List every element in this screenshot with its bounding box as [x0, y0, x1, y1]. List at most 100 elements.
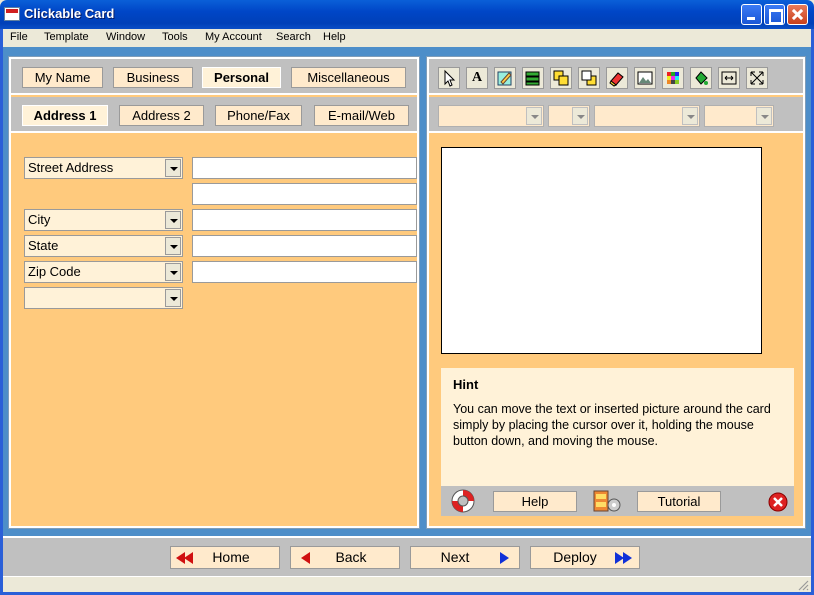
pointer-icon [444, 69, 456, 87]
layers-tool-button[interactable] [522, 67, 544, 89]
life-ring-icon[interactable] [449, 487, 477, 515]
navigation-bar: Home Back Next Deploy [3, 536, 811, 576]
chevron-down-icon[interactable] [756, 107, 772, 125]
street-address-line2-input[interactable] [192, 183, 417, 205]
fill-tool-button[interactable] [690, 67, 712, 89]
tab-email-web[interactable]: E-mail/Web [314, 105, 409, 126]
tab-my-name[interactable]: My Name [22, 67, 103, 88]
window-frame: File Template Window Tools My Account Se… [0, 29, 814, 595]
window-title: Clickable Card [24, 6, 115, 21]
font-color-select[interactable] [704, 105, 774, 127]
next-label: Next [440, 549, 470, 565]
menu-help[interactable]: Help [323, 31, 346, 43]
street-address-input[interactable] [192, 157, 417, 179]
right-panel: A Hint You can move the text or inserted… [426, 56, 806, 529]
field-type-select-zip[interactable]: Zip Code [24, 261, 183, 283]
tab-personal[interactable]: Personal [202, 67, 281, 88]
card-preview-canvas[interactable] [441, 147, 762, 354]
tab-miscellaneous[interactable]: Miscellaneous [291, 67, 406, 88]
chevron-down-icon[interactable] [165, 211, 181, 229]
right-panel-content: A Hint You can move the text or inserted… [429, 59, 803, 526]
minimize-button[interactable] [741, 4, 762, 25]
back-button[interactable]: Back [290, 546, 400, 569]
field-type-select-state[interactable]: State [24, 235, 183, 257]
chevron-down-icon[interactable] [165, 263, 181, 281]
chevron-down-icon[interactable] [165, 289, 181, 307]
resize-icon [750, 71, 764, 85]
bring-forward-button[interactable] [550, 67, 572, 89]
text-tool-button[interactable]: A [466, 67, 488, 89]
font-style-select[interactable] [594, 105, 700, 127]
chevron-down-icon[interactable] [526, 107, 542, 125]
minimize-icon [742, 5, 761, 24]
fit-tool-button[interactable] [718, 67, 740, 89]
layers-icon [525, 71, 540, 86]
resize-grip-icon[interactable] [797, 579, 809, 591]
left-panel-content: My Name Business Personal Miscellaneous … [11, 59, 417, 526]
tab-business[interactable]: Business [113, 67, 193, 88]
video-tutorial-icon[interactable] [592, 487, 622, 515]
hint-box: Hint You can move the text or inserted p… [441, 368, 794, 516]
picture-tool-button[interactable] [634, 67, 656, 89]
field-type-select-street[interactable]: Street Address [24, 157, 183, 179]
tutorial-button[interactable]: Tutorial [637, 491, 721, 512]
eraser-icon [609, 72, 624, 87]
left-panel: My Name Business Personal Miscellaneous … [8, 56, 420, 529]
field-type-select-city[interactable]: City [24, 209, 183, 231]
menu-tools[interactable]: Tools [162, 31, 188, 43]
field-type-label: City [28, 212, 51, 227]
menu-bar: File Template Window Tools My Account Se… [3, 29, 811, 47]
main-tab-bar: My Name Business Personal Miscellaneous [11, 59, 417, 95]
menu-my-account[interactable]: My Account [205, 31, 262, 43]
resize-tool-button[interactable] [746, 67, 768, 89]
city-input[interactable] [192, 209, 417, 231]
hint-bar: Help Tutorial [441, 486, 794, 516]
color-palette-button[interactable] [662, 67, 684, 89]
send-back-icon [581, 70, 597, 86]
close-hint-icon[interactable] [768, 492, 788, 512]
arrow-right-icon [623, 552, 632, 564]
tab-address-2[interactable]: Address 2 [119, 105, 204, 126]
menu-search[interactable]: Search [276, 31, 311, 43]
deploy-button[interactable]: Deploy [530, 546, 640, 569]
next-button[interactable]: Next [410, 546, 520, 569]
sub-tab-bar: Address 1 Address 2 Phone/Fax E-mail/Web [11, 97, 417, 133]
tab-address-1[interactable]: Address 1 [22, 105, 108, 126]
zip-code-input[interactable] [192, 261, 417, 283]
close-window-button[interactable] [787, 4, 808, 25]
chevron-down-icon[interactable] [165, 237, 181, 255]
font-family-select[interactable] [438, 105, 544, 127]
deploy-label: Deploy [553, 549, 597, 565]
chevron-down-icon[interactable] [682, 107, 698, 125]
tab-phone-fax[interactable]: Phone/Fax [215, 105, 302, 126]
text-icon: A [471, 70, 483, 85]
app-icon[interactable] [4, 7, 20, 21]
field-type-label: Zip Code [28, 264, 81, 279]
font-toolbar [429, 97, 803, 133]
back-label: Back [335, 549, 367, 565]
maximize-button[interactable] [764, 4, 785, 25]
hint-text: You can move the text or inserted pictur… [453, 402, 771, 448]
state-input[interactable] [192, 235, 417, 257]
eraser-tool-button[interactable] [606, 67, 628, 89]
field-type-select-empty[interactable] [24, 287, 183, 309]
menu-window[interactable]: Window [106, 31, 145, 43]
home-label: Home [212, 549, 250, 565]
pointer-tool-button[interactable] [438, 67, 460, 89]
status-bar [3, 576, 811, 592]
help-button[interactable]: Help [493, 491, 577, 512]
color-palette-icon [667, 72, 679, 84]
send-back-button[interactable] [578, 67, 600, 89]
arrow-right-icon [500, 552, 509, 564]
home-button[interactable]: Home [170, 546, 280, 569]
chevron-down-icon[interactable] [165, 159, 181, 177]
menu-template[interactable]: Template [44, 31, 89, 43]
hint-title: Hint [453, 377, 479, 392]
menu-file[interactable]: File [10, 31, 28, 43]
close-icon [788, 5, 807, 24]
edit-tool-button[interactable] [494, 67, 516, 89]
picture-icon [637, 71, 653, 85]
title-bar[interactable]: Clickable Card [0, 0, 814, 29]
font-size-select[interactable] [548, 105, 590, 127]
chevron-down-icon[interactable] [572, 107, 588, 125]
